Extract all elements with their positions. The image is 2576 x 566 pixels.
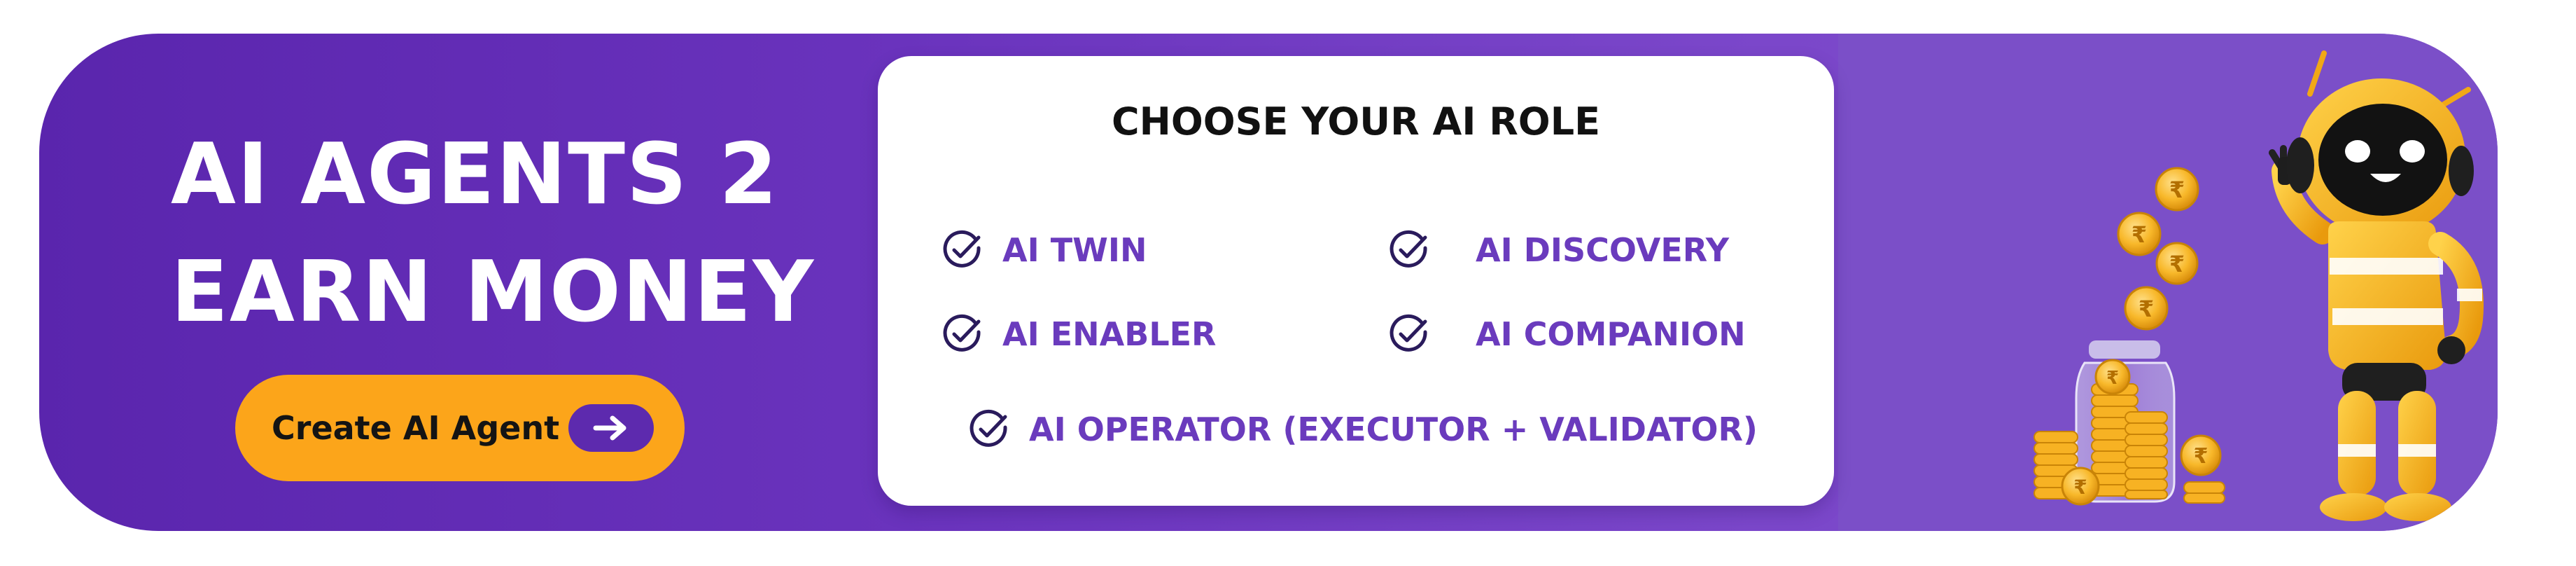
- check-circle-icon: [943, 230, 981, 268]
- role-option-ai-operator[interactable]: AI OPERATOR (EXECUTOR + VALIDATOR): [967, 408, 1758, 451]
- role-card: CHOOSE YOUR AI ROLE AI TWIN AI DISCOVERY: [878, 56, 1834, 506]
- svg-text:₹: ₹: [2169, 251, 2185, 277]
- check-circle-icon: [943, 314, 981, 352]
- rupee-coin-icon: ₹: [2094, 359, 2131, 395]
- rupee-coin-icon: ₹: [2180, 434, 2222, 476]
- role-label: AI OPERATOR (EXECUTOR + VALIDATOR): [1029, 410, 1758, 448]
- headline-line-2: EARN MONEY: [171, 244, 816, 341]
- rupee-coin-icon: ₹: [2124, 286, 2169, 331]
- rupee-coin-icon: ₹: [2117, 212, 2162, 256]
- role-option-ai-discovery[interactable]: AI DISCOVERY: [1387, 228, 1729, 272]
- headline-line-1: AI AGENTS 2: [171, 126, 779, 223]
- role-label: AI DISCOVERY: [1476, 231, 1730, 269]
- svg-text:₹: ₹: [2169, 177, 2185, 203]
- check-circle-icon: [1390, 230, 1427, 268]
- svg-text:₹: ₹: [2138, 296, 2154, 322]
- role-option-ai-twin[interactable]: AI TWIN: [941, 228, 1147, 272]
- rupee-coin-icon: ₹: [2155, 167, 2199, 212]
- robot-mascot-icon: [2269, 50, 2484, 521]
- role-label: AI ENABLER: [1002, 315, 1217, 353]
- promo-banner-stage: AI AGENTS 2 EARN MONEY Create AI Agent C…: [0, 0, 2576, 566]
- svg-text:₹: ₹: [2194, 444, 2208, 469]
- floating-coins: ₹ ₹ ₹ ₹: [2117, 167, 2199, 331]
- promo-banner: AI AGENTS 2 EARN MONEY Create AI Agent C…: [39, 34, 2498, 531]
- headline: AI AGENTS 2 EARN MONEY: [171, 116, 871, 352]
- role-label: AI COMPANION: [1476, 315, 1746, 353]
- role-option-ai-enabler[interactable]: AI ENABLER: [941, 312, 1216, 356]
- robot-coins-illustration: ₹ ₹ ₹ ₹ ₹ ₹ ₹: [2033, 50, 2484, 521]
- svg-text:₹: ₹: [2132, 221, 2147, 248]
- svg-text:₹: ₹: [2073, 476, 2087, 499]
- create-ai-agent-label: Create AI Agent: [272, 409, 560, 447]
- rupee-coin-icon: ₹: [2061, 467, 2100, 506]
- check-circle-icon: [1390, 314, 1427, 352]
- svg-text:₹: ₹: [2106, 368, 2119, 389]
- check-circle-icon: [969, 409, 1007, 447]
- role-card-title: CHOOSE YOUR AI ROLE: [1112, 99, 1600, 144]
- create-ai-agent-button[interactable]: Create AI Agent: [235, 375, 685, 481]
- role-option-ai-companion[interactable]: AI COMPANION: [1387, 312, 1746, 356]
- role-label: AI TWIN: [1002, 231, 1147, 269]
- rupee-coin-icon: ₹: [2155, 242, 2199, 285]
- arrow-right-icon: [568, 404, 654, 452]
